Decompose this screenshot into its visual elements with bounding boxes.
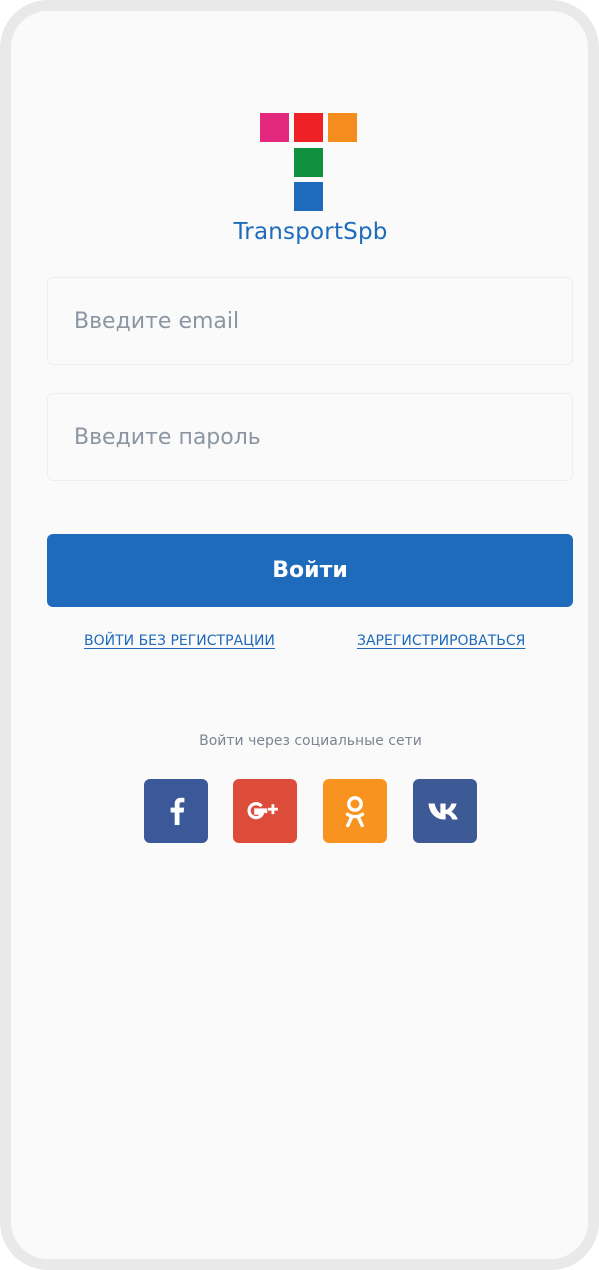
social-login-caption: Войти через социальные сети: [199, 733, 422, 749]
logo-square-orange: [328, 113, 357, 142]
login-button[interactable]: Войти: [47, 534, 573, 607]
email-field-wrapper: [47, 277, 573, 365]
google-plus-login-button[interactable]: [233, 779, 297, 843]
logo-square-green: [294, 148, 323, 177]
odnoklassniki-icon: [345, 796, 365, 828]
facebook-login-button[interactable]: [144, 779, 208, 843]
register-link[interactable]: ЗАРЕГИСТРИРОВАТЬСЯ: [357, 633, 525, 649]
logo-square-blue: [294, 182, 323, 211]
password-field[interactable]: [48, 394, 572, 480]
google-plus-icon: [247, 802, 278, 820]
email-field[interactable]: [48, 278, 572, 364]
app-name: TransportSpb: [233, 219, 388, 245]
vk-icon: [428, 803, 458, 820]
logo-square-red: [294, 113, 323, 142]
password-field-wrapper: [47, 393, 573, 481]
logo-square-magenta: [260, 113, 289, 142]
vk-login-button[interactable]: [413, 779, 477, 843]
app-logo: [260, 113, 358, 211]
odnoklassniki-login-button[interactable]: [323, 779, 387, 843]
login-without-registration-link[interactable]: ВОЙТИ БЕЗ РЕГИСТРАЦИИ: [84, 633, 275, 649]
facebook-icon: [170, 797, 185, 825]
phone-frame: TransportSpb Войти ВОЙТИ БЕЗ РЕГИСТРАЦИИ…: [0, 0, 599, 1270]
